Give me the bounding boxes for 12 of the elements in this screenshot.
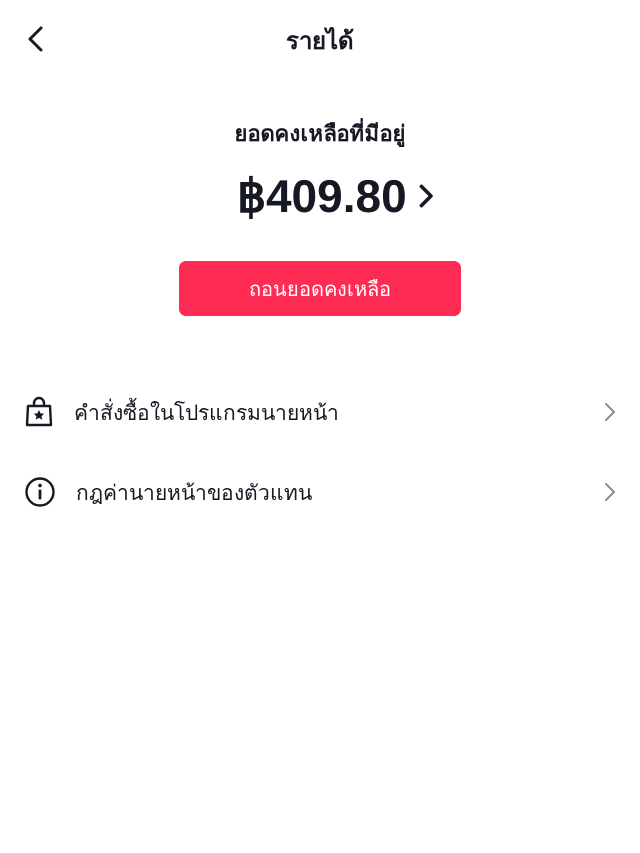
withdraw-button[interactable]: ถอนยอดคงเหลือ (179, 261, 461, 316)
chevron-icon (604, 482, 616, 502)
chevron-icon (604, 402, 616, 422)
back-icon (26, 25, 44, 53)
menu-item[interactable]: กฎค่านายหน้าของตัวแทน (0, 452, 640, 532)
chevron-icon (418, 184, 434, 208)
menu-item[interactable]: คำสั่งซื้อในโปรแกรมนายหน้า (0, 372, 640, 452)
info-icon (24, 476, 56, 508)
balance-amount-link[interactable]: ฿409.80 (236, 169, 434, 223)
balance-label: ยอดคงเหลือที่มีอยู่ (234, 116, 406, 151)
page-title: รายได้ (286, 26, 354, 56)
shopping-bag-icon (24, 396, 54, 428)
